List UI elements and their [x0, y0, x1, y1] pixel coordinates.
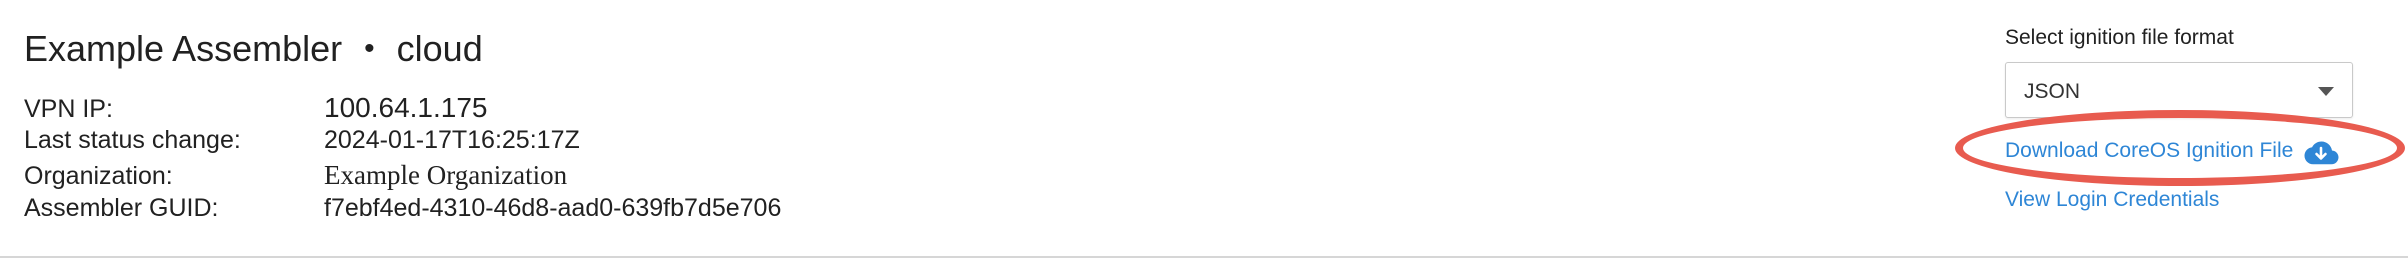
ignition-panel: Select ignition file format JSON Downloa…: [2005, 26, 2355, 211]
vpn-ip-value: 100.64.1.175: [324, 92, 488, 123]
title-separator: •: [364, 32, 375, 65]
ignition-format-select[interactable]: JSON: [2005, 62, 2353, 118]
dropdown-caret-icon: [2318, 87, 2334, 96]
detail-label: VPN IP:: [24, 95, 113, 123]
ignition-format-label: Select ignition file format: [2005, 26, 2234, 49]
assembler-detail-panel: Example Assembler • cloud VPN IP: 100.64.1…: [0, 0, 2408, 260]
detail-label: Assembler GUID:: [24, 194, 219, 222]
assembler-name: Example Assembler: [24, 28, 343, 69]
organization-value: Example Organization: [324, 160, 568, 190]
view-login-credentials-link[interactable]: View Login Credentials: [2005, 188, 2219, 212]
ignition-format-selected-value: JSON: [2024, 80, 2081, 103]
bottom-divider: [0, 256, 2408, 258]
detail-row-vpn-ip: VPN IP: 100.64.1.175: [24, 92, 781, 126]
last-status-change-value: 2024-01-17T16:25:17Z: [324, 126, 580, 154]
download-ignition-label: Download CoreOS Ignition File: [2005, 139, 2294, 162]
download-ignition-link[interactable]: Download CoreOS Ignition File: [2005, 138, 2339, 166]
cloud-download-icon: [2303, 140, 2339, 166]
assembler-environment: cloud: [396, 28, 483, 69]
detail-row-organization: Organization: Example Organization: [24, 160, 781, 194]
detail-label: Last status change:: [24, 126, 241, 154]
detail-row-last-status-change: Last status change: 2024-01-17T16:25:17Z: [24, 126, 781, 160]
page-title: Example Assembler • cloud: [24, 28, 483, 70]
assembler-guid-value: f7ebf4ed-4310-46d8-aad0-639fb7d5e706: [324, 194, 782, 222]
detail-row-assembler-guid: Assembler GUID: f7ebf4ed-4310-46d8-aad0-…: [24, 194, 781, 228]
detail-label: Organization:: [24, 162, 173, 190]
assembler-details: VPN IP: 100.64.1.175 Last status change:…: [24, 92, 781, 228]
